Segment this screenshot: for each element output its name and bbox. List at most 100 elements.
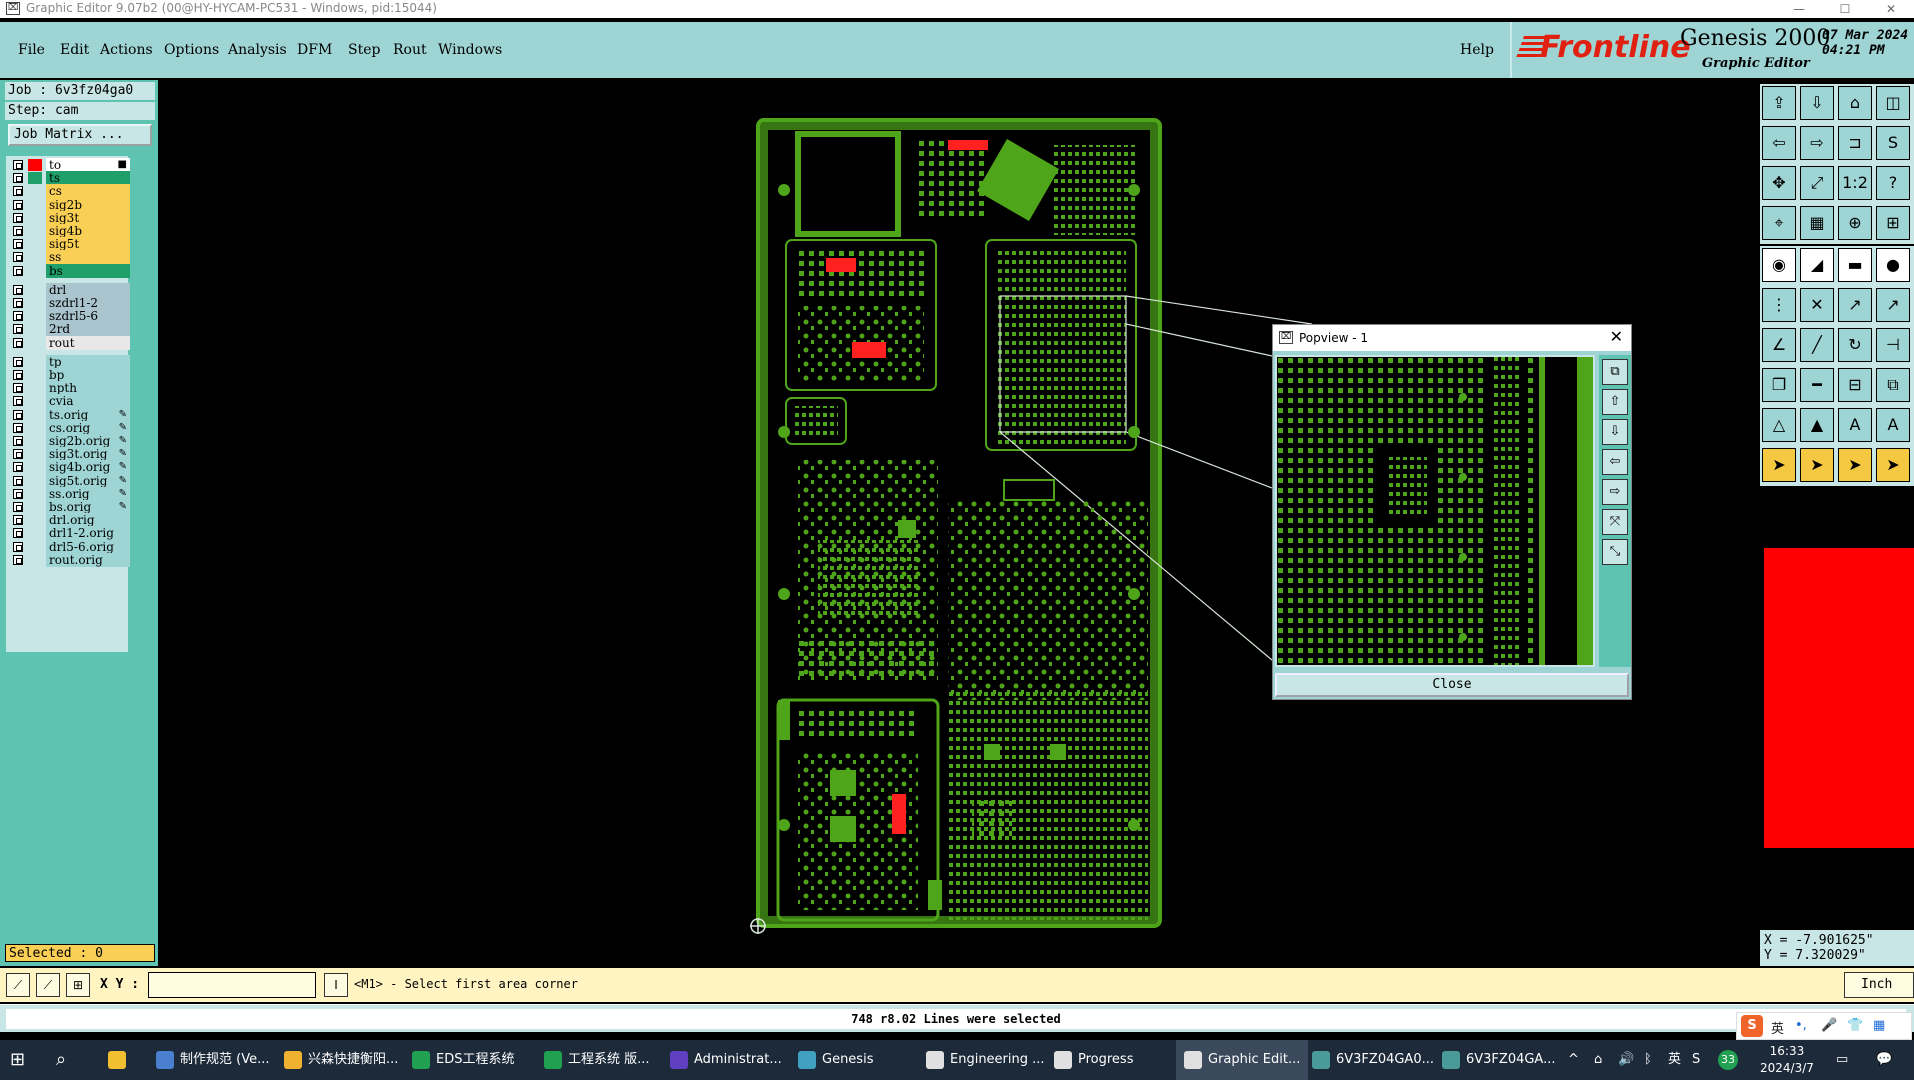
horizontal-icon[interactable]: ━ — [1800, 368, 1834, 402]
triangle-d-icon[interactable]: A — [1876, 408, 1910, 442]
layer-row[interactable]: sig2b.orig ✎ — [10, 434, 130, 448]
popview-close-button[interactable]: Close — [1275, 673, 1629, 697]
layer-checkbox[interactable] — [13, 199, 23, 210]
layer-name[interactable]: cs.orig ✎ — [46, 420, 130, 435]
layer-checkbox[interactable] — [13, 252, 23, 263]
minimize-button[interactable]: — — [1776, 0, 1822, 18]
layer-copy-icon[interactable]: ⧉ — [1876, 368, 1910, 402]
layer-name[interactable]: npth — [46, 381, 130, 396]
layer-name[interactable]: drl1-2.orig — [46, 526, 130, 541]
zoom-fit-icon[interactable]: ✥ — [1762, 166, 1796, 200]
layer-checkbox[interactable] — [13, 554, 23, 565]
layer-checkbox[interactable] — [13, 488, 23, 499]
menu-file[interactable]: File — [18, 42, 45, 58]
layer-row[interactable]: drl — [10, 282, 130, 297]
ime-voice-icon[interactable]: 🎤 — [1821, 1018, 1837, 1033]
layer-row[interactable]: sig5t.orig ✎ — [10, 473, 130, 488]
layer-row[interactable]: drl.orig — [10, 513, 130, 528]
layer-checkbox[interactable] — [13, 298, 23, 308]
file-explorer-icon[interactable] — [108, 1040, 132, 1080]
clock[interactable]: 16:33 2024/3/7 — [1760, 1043, 1814, 1077]
snap-center-icon[interactable]: ⊕ — [1838, 206, 1872, 240]
snap-edge-icon[interactable]: ⊞ — [1876, 206, 1910, 240]
layer-checkbox[interactable] — [13, 160, 23, 170]
ime-menu-icon[interactable]: ▦ — [1873, 1018, 1885, 1033]
layer-name[interactable]: 2rd — [46, 322, 130, 337]
layer-name[interactable]: ss — [46, 250, 130, 265]
flip-icon[interactable]: ⊣ — [1876, 328, 1910, 362]
layer-name[interactable]: ts — [46, 171, 130, 186]
task-0[interactable]: 制作规范 (Ve... — [156, 1040, 269, 1080]
layer-checkbox[interactable] — [13, 212, 23, 223]
layer-name[interactable]: ss.orig ✎ — [46, 486, 130, 501]
tray-chevron-icon[interactable]: ^ — [1568, 1040, 1579, 1080]
layer-name[interactable]: rout — [46, 335, 130, 350]
tray-language[interactable]: 英 — [1668, 1040, 1681, 1080]
xy-input[interactable] — [148, 972, 316, 998]
layer-row[interactable]: ss — [10, 250, 130, 265]
popview-pan-left-icon[interactable]: ⇦ — [1602, 449, 1628, 475]
slash-icon[interactable]: ╱ — [1800, 328, 1834, 362]
overview-preview[interactable] — [1760, 544, 1914, 914]
layer-row[interactable]: drl1-2.orig — [10, 526, 130, 541]
home-icon[interactable]: ⌂ — [1838, 86, 1872, 120]
layer-checkbox[interactable] — [13, 541, 23, 552]
ime-skin-icon[interactable]: 👕 — [1847, 1018, 1863, 1033]
layer-row[interactable]: sig3t.orig ✎ — [10, 447, 130, 462]
layer-row[interactable]: bs — [10, 263, 130, 278]
triangle-b-icon[interactable]: ▲ — [1800, 408, 1834, 442]
tray-keyboard-icon[interactable]: ▭ — [1836, 1040, 1848, 1080]
layer-name[interactable]: szdrl5-6 — [46, 309, 130, 324]
layer-row[interactable]: sig3t — [10, 210, 130, 225]
close-window-button[interactable]: ✕ — [1868, 0, 1914, 18]
layer-row[interactable]: drl5-6.orig — [10, 539, 130, 554]
layer-row[interactable]: tp — [10, 354, 130, 369]
menu-analysis[interactable]: Analysis — [228, 42, 287, 58]
layer-checkbox[interactable] — [13, 528, 23, 539]
layer-row[interactable]: szdrl5-6 — [10, 309, 130, 324]
step-icon[interactable]: S — [1876, 126, 1910, 160]
layer-row[interactable]: npth — [10, 381, 130, 396]
layer-row[interactable]: bs.orig ✎ — [10, 500, 130, 514]
task-3[interactable]: 工程系统 版... — [544, 1040, 650, 1080]
triangle-a-icon[interactable]: △ — [1762, 408, 1796, 442]
tray-volume-icon[interactable]: 🔊 — [1618, 1040, 1634, 1080]
layer-row[interactable]: to ■ — [10, 158, 130, 172]
layer-name[interactable]: drl — [46, 282, 130, 297]
layer-name[interactable]: sig4b — [46, 224, 130, 238]
layer-checkbox[interactable] — [13, 186, 23, 197]
popview-pan-up-icon[interactable]: ⇧ — [1602, 389, 1628, 415]
task-1[interactable]: 兴森快捷衡阳... — [284, 1040, 398, 1080]
layer-checkbox[interactable] — [13, 284, 23, 295]
layer-checkbox[interactable] — [13, 396, 23, 407]
tray-badge[interactable]: 33 — [1718, 1040, 1738, 1080]
layer-name[interactable]: szdrl1-2 — [46, 296, 130, 310]
layer-name[interactable]: sig2b — [46, 197, 130, 212]
select-area-icon[interactable]: ➤ — [1800, 448, 1834, 482]
layer-checkbox[interactable] — [13, 449, 23, 460]
start-button[interactable]: ⊞ — [10, 1040, 25, 1080]
help-icon[interactable]: ? — [1876, 166, 1910, 200]
ime-toolbar[interactable]: S 英 •, 🎤 👕 ▦ — [1736, 1012, 1912, 1040]
move-node-icon[interactable]: ↗ — [1876, 288, 1910, 322]
line-icon[interactable]: ◢ — [1800, 248, 1834, 282]
menu-rout[interactable]: Rout — [393, 42, 427, 58]
layer-row[interactable]: sig2b — [10, 197, 130, 212]
layer-name[interactable]: rout.orig — [46, 552, 130, 567]
dash-icon[interactable]: ▬ — [1838, 248, 1872, 282]
select-multi-icon[interactable]: ➤ — [1876, 448, 1910, 482]
dot-icon[interactable]: ● — [1876, 248, 1910, 282]
align-icon[interactable]: ⊟ — [1838, 368, 1872, 402]
layer-checkbox[interactable] — [13, 239, 23, 250]
popview-pan-right-icon[interactable]: ⇨ — [1602, 479, 1628, 505]
layer-row[interactable]: ts — [10, 171, 130, 186]
layer-checkbox[interactable] — [13, 173, 23, 184]
select-icon[interactable]: ➤ — [1762, 448, 1796, 482]
layer-name[interactable]: ts.orig ✎ — [46, 407, 130, 422]
layer-name[interactable]: tp — [46, 354, 130, 369]
menu-options[interactable]: Options — [164, 42, 219, 58]
layer-row[interactable]: bp — [10, 368, 130, 382]
tray-bluetooth-icon[interactable]: ᛒ — [1644, 1040, 1652, 1080]
units-selector[interactable]: Inch — [1844, 972, 1914, 998]
arc-icon[interactable]: ↻ — [1838, 328, 1872, 362]
